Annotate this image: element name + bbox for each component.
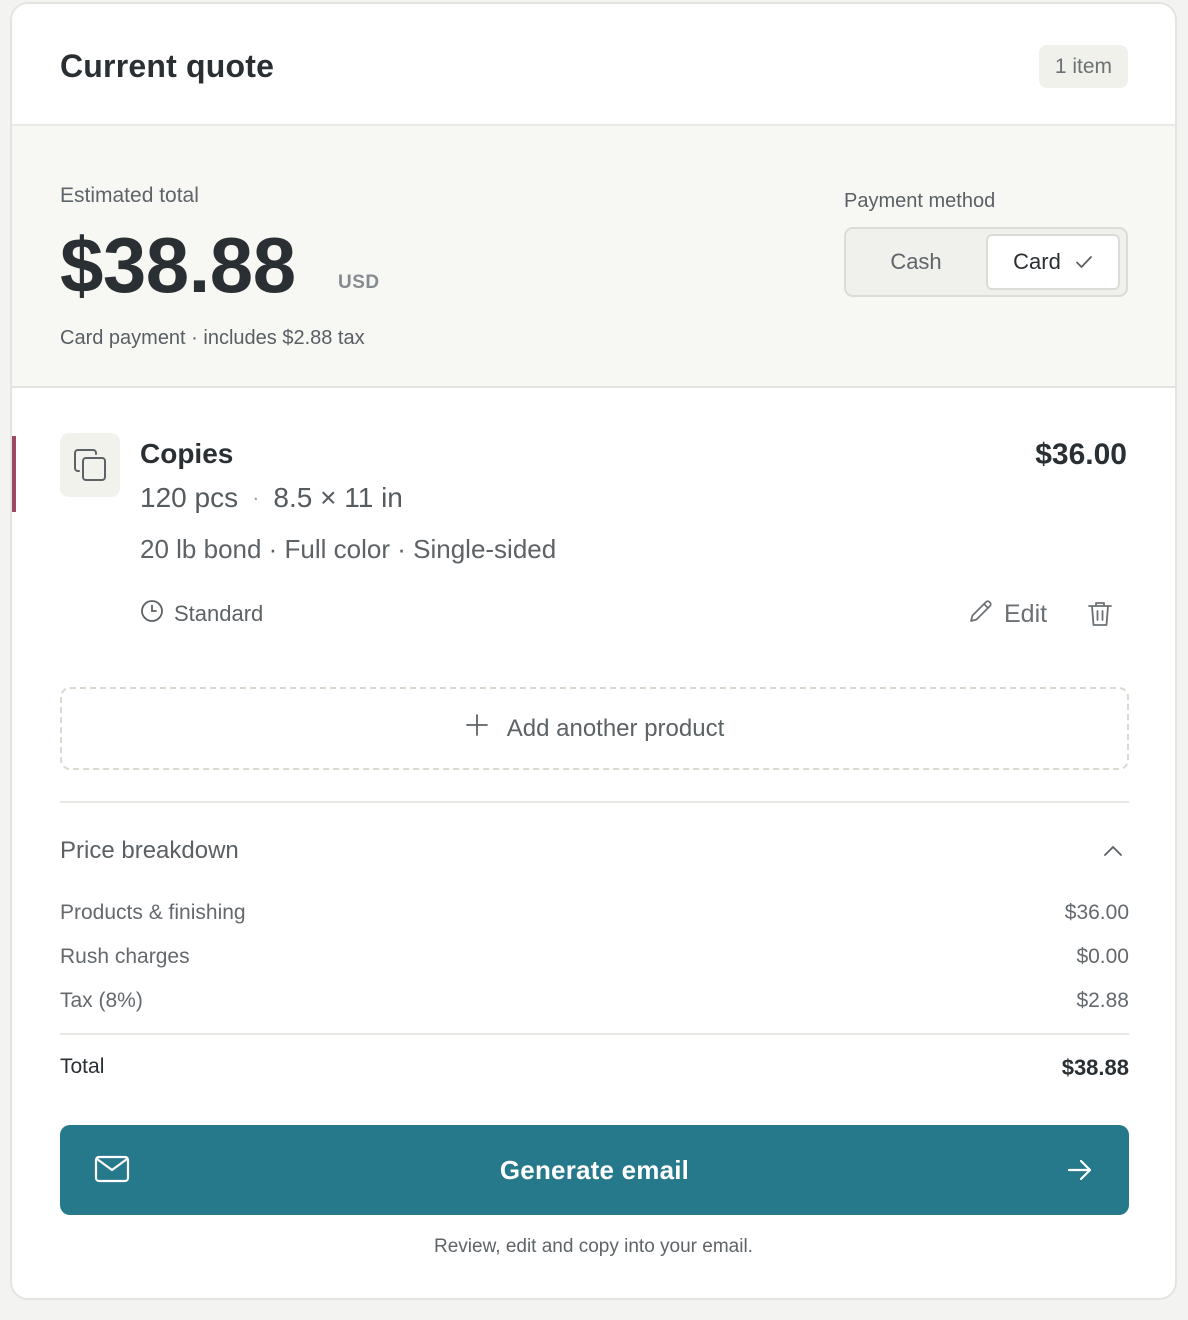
generate-email-button[interactable]: Generate email: [60, 1125, 1129, 1215]
edit-label: Edit: [1004, 600, 1048, 628]
product-quantity: 120 pcs: [140, 482, 239, 513]
breakdown-row-value: $0.00: [1076, 945, 1129, 968]
total-label: Total: [60, 1055, 105, 1078]
breakdown-row-value: $36.00: [1064, 901, 1129, 924]
price-breakdown-toggle[interactable]: Price breakdown: [60, 837, 239, 865]
arrow-right-icon: [1067, 1157, 1093, 1188]
breakdown-row-label: Products & finishing: [60, 901, 246, 924]
quote-header: Current quote 1 item: [12, 4, 1175, 126]
product-spec: 20 lb bond · Full color · Single-sided: [140, 534, 557, 564]
estimate-note: Card payment · includes $2.88 tax: [60, 327, 365, 349]
plus-icon: [465, 713, 489, 744]
delete-button[interactable]: [1086, 599, 1114, 629]
quote-panel: Current quote 1 item Estimated total $38…: [10, 2, 1177, 1300]
meta-separator: ·: [252, 485, 260, 510]
check-icon: [1075, 249, 1093, 275]
page-title: Current quote: [60, 48, 275, 84]
estimated-total-amount: $38.88: [60, 221, 296, 309]
payment-option-card-label: Card: [1013, 249, 1061, 274]
total-row: Total $38.88: [60, 1055, 1129, 1081]
breakdown-row: Rush charges $0.00: [60, 945, 1129, 969]
generate-email-hint: Review, edit and copy into your email.: [434, 1236, 753, 1257]
trash-icon: [1088, 602, 1112, 626]
breakdown-row-label: Rush charges: [60, 945, 190, 968]
payment-option-card[interactable]: Card: [986, 234, 1120, 290]
payment-option-cash[interactable]: Cash: [848, 231, 984, 293]
divider: [60, 801, 1129, 803]
add-product-button[interactable]: Add another product: [60, 687, 1129, 770]
breakdown-row: Products & finishing $36.00: [60, 901, 1129, 925]
divider: [60, 1033, 1129, 1035]
add-product-label: Add another product: [506, 714, 725, 742]
copies-icon: [60, 433, 120, 497]
edit-button[interactable]: Edit: [968, 598, 1047, 631]
estimate-summary: Estimated total $38.88 USD Card payment …: [12, 126, 1175, 388]
product-price: $36.00: [1035, 438, 1127, 471]
currency-code: USD: [338, 272, 380, 293]
item-count-badge: 1 item: [1038, 45, 1128, 88]
product-name: Copies: [140, 438, 234, 469]
product-size: 8.5 × 11 in: [273, 482, 403, 513]
turnaround-label: Standard: [174, 601, 264, 626]
pencil-icon: [968, 598, 994, 631]
breakdown-row: Tax (8%) $2.88: [60, 989, 1129, 1013]
payment-method-label: Payment method: [844, 190, 996, 212]
estimated-total-label: Estimated total: [60, 184, 199, 207]
selected-item-indicator: [12, 436, 16, 512]
turnaround: Standard: [140, 599, 263, 629]
chevron-up-icon[interactable]: [1102, 842, 1124, 860]
clock-icon: [140, 599, 164, 629]
generate-email-label: Generate email: [499, 1155, 690, 1185]
total-value: $38.88: [1061, 1055, 1129, 1080]
breakdown-row-label: Tax (8%): [60, 989, 143, 1012]
product-meta: 120 pcs · 8.5 × 11 in: [140, 482, 403, 514]
breakdown-row-value: $2.88: [1076, 989, 1129, 1012]
payment-method-toggle: Cash Card: [844, 227, 1128, 297]
